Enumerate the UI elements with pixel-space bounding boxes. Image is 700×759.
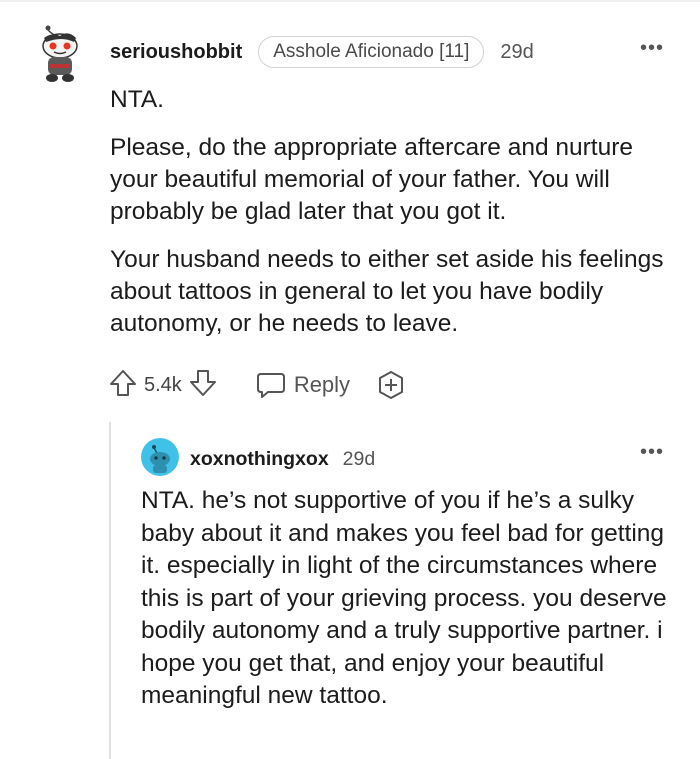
- vote-count: 5.4k: [144, 373, 182, 396]
- comment-body: NTA. Please, do the appropriate aftercar…: [110, 84, 680, 356]
- reply-label: Reply: [293, 372, 351, 397]
- snoo-avatar-icon: [141, 438, 179, 476]
- comment-paragraph: NTA. he’s not supportive of you if he’s …: [141, 487, 667, 709]
- upvote-icon[interactable]: [108, 368, 138, 403]
- award-icon: [379, 371, 404, 399]
- comment-age: 29d: [500, 40, 534, 63]
- avatar[interactable]: [141, 438, 179, 476]
- comment-icon: [256, 373, 285, 398]
- award-button[interactable]: [376, 370, 406, 400]
- top-divider: [0, 0, 700, 2]
- comment-age: 29d: [342, 447, 376, 470]
- username[interactable]: xoxnothingxox: [190, 448, 329, 471]
- thread-line[interactable]: [109, 422, 111, 759]
- comment-meta: xoxnothingxox 29d: [190, 444, 375, 474]
- username[interactable]: serioushobbit: [110, 41, 242, 64]
- downvote-icon[interactable]: [188, 368, 218, 403]
- comment-paragraph: Your husband needs to either set aside h…: [110, 246, 664, 337]
- user-flair-badge: Asshole Aficionado [11]: [258, 36, 485, 68]
- more-options-icon[interactable]: •••: [640, 442, 664, 462]
- snoo-avatar-icon: [42, 25, 78, 82]
- avatar[interactable]: [38, 24, 82, 84]
- comment-paragraph: Please, do the appropriate aftercare and…: [110, 134, 634, 225]
- comment-paragraph: NTA.: [110, 86, 164, 113]
- comment-actions: 5.4k Reply: [108, 367, 406, 403]
- comment-meta: serioushobbit Asshole Aficionado [11] 29…: [110, 34, 534, 70]
- reply-button[interactable]: Reply: [256, 371, 350, 399]
- reply-body: NTA. he’s not supportive of you if he’s …: [141, 485, 681, 713]
- more-options-icon[interactable]: •••: [640, 38, 664, 58]
